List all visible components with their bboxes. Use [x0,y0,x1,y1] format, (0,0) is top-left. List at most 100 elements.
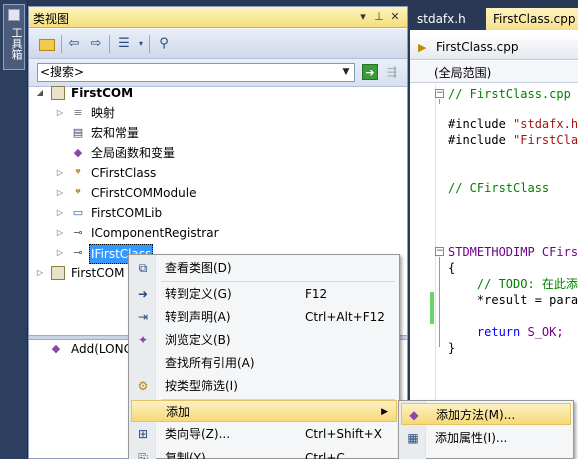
interface-icon: ⊸ [73,226,83,239]
expand-arrow-icon[interactable]: ▷ [35,263,45,283]
file-navigation-bar[interactable]: ▶ FirstClass.cpp [410,36,578,60]
class-diagram-icon: ⧉ [138,261,148,275]
tree-node-macros[interactable]: ▤ 宏和常量 [55,123,395,143]
expand-arrow-icon[interactable]: ▷ [55,183,65,203]
include-string: "FirstClass [513,133,578,147]
fold-line [439,99,440,104]
menu-item-goto-declaration[interactable]: ⇥ 转到声明(A) Ctrl+Alt+F12 [131,306,397,328]
menu-item-class-wizard[interactable]: ⊞ 类向导(Z)... Ctrl+Shift+X [131,423,397,445]
current-file-name: FirstClass.cpp [436,40,519,54]
project-icon [51,86,65,100]
toolbox-icon [8,9,20,21]
code-line[interactable]: #include "stdafx.h" [448,116,578,132]
search-go-icon[interactable]: ➔ [362,64,378,80]
toolbar-separator [61,35,62,53]
menu-item-browse-definition[interactable]: ✦ 浏览定义(B) [131,329,397,351]
tree-node-icomponentregistrar[interactable]: ▷ ⊸ IComponentRegistrar [55,223,395,243]
project-icon [51,266,65,280]
method-icon: ◆ [51,342,61,355]
toolbar-separator [149,35,150,53]
expand-arrow-icon[interactable]: ▷ [55,163,65,183]
code-line[interactable]: #include "FirstClass [448,132,578,148]
menu-item-label: 添加方法(M)... [436,408,516,422]
tab-firstclass-cpp[interactable]: FirstClass.cpp [486,8,578,30]
global-function-icon: ◆ [73,146,83,159]
scope-dropdown[interactable]: (全局范围) [410,61,578,83]
tab-stdafx-h[interactable]: stdafx.h [410,8,473,30]
menu-item-label: 复制(Y) [165,451,206,459]
menu-item-goto-definition[interactable]: ➜ 转到定义(G) F12 [131,283,397,305]
code-line[interactable]: { [448,260,455,276]
back-arrow-icon[interactable]: ⇦ [65,35,83,53]
code-line[interactable]: STDMETHODIMP CFirst [448,244,578,260]
menu-item-view-class-diagram[interactable]: ⧉ 查看类图(D) [131,257,397,279]
menu-item-add-method[interactable]: ◆ 添加方法(M)... [401,403,571,425]
code-line[interactable]: *result = para [448,292,578,308]
menu-item-label: 类向导(Z)... [165,427,231,441]
search-input[interactable]: <搜索> ▼ [37,63,355,82]
code-line[interactable]: // TODO: 在此添 [448,276,578,292]
chevron-down-icon[interactable]: ▾ [132,35,150,53]
map-icon: ≡ [73,106,83,119]
menu-item-copy[interactable]: ⎘ 复制(Y) Ctrl+C [131,447,397,459]
add-property-icon: ▦ [407,431,419,445]
include-directive: #include [448,133,514,147]
search-placeholder: <搜索> [40,65,85,79]
class-icon: ᵠ [75,166,81,179]
toolbox-tab[interactable]: 工具箱 [3,4,25,70]
tree-node-label: FirstCOM [71,86,134,100]
file-arrow-icon: ▶ [418,41,427,54]
tree-node-label: FirstCOM [71,266,125,280]
settings-list-icon[interactable]: ☰ [115,35,133,53]
chevron-down-icon[interactable]: ▼ [338,64,354,81]
close-icon[interactable]: ✕ [387,9,403,25]
menu-item-add[interactable]: 添加 ▶ [131,400,397,422]
tree-node-label: IComponentRegistrar [91,226,219,240]
code-line[interactable]: return S_OK; [448,324,564,340]
expand-arrow-icon[interactable]: ▷ [55,203,65,223]
menu-item-find-all-references[interactable]: 查找所有引用(A) [131,352,397,374]
code-line[interactable]: } [448,340,455,356]
browse-definition-icon: ✦ [137,333,149,347]
toolbar-separator [109,35,110,53]
menu-item-shortcut: F12 [305,287,328,301]
menu-item-label: 转到声明(A) [165,310,231,324]
new-folder-icon[interactable] [39,39,55,51]
add-submenu: ◆ 添加方法(M)... ▦ 添加属性(I)... [398,400,574,459]
fold-line [439,257,440,347]
menu-item-label: 添加 [166,405,191,419]
interface-icon: ⊸ [73,246,83,259]
class-view-title: 类视图 [33,12,70,26]
forward-arrow-icon[interactable]: ⇨ [87,35,105,53]
browse-search-icon[interactable]: ⚲ [155,35,173,53]
expand-arrow-icon[interactable]: ▷ [55,223,65,243]
tree-node-firstcom-project[interactable]: ◢ FirstCOM [35,83,395,103]
expand-arrow-icon[interactable]: ▷ [55,103,65,123]
pin-icon[interactable]: ⊥ [371,9,387,25]
fold-toggle-icon[interactable]: − [435,247,444,256]
menu-item-shortcut: Ctrl+Shift+X [305,427,382,441]
expand-arrow-icon[interactable]: ▷ [55,243,65,263]
menu-item-add-property[interactable]: ▦ 添加属性(I)... [401,427,571,449]
tree-node-globals[interactable]: ◆ 全局函数和变量 [55,143,395,163]
collapse-arrow-icon[interactable]: ◢ [35,83,45,103]
tree-node-cfirstclass[interactable]: ▷ ᵠ CFirstClass [55,163,395,183]
goto-declaration-icon: ⇥ [137,310,149,324]
filter-icon: ⚙ [137,379,149,393]
fold-toggle-icon[interactable]: − [435,89,444,98]
submenu-arrow-icon: ▶ [381,407,388,417]
clear-search-icon[interactable]: ⇶ [384,64,400,80]
tree-node-label: 宏和常量 [91,126,140,140]
copy-icon: ⎘ [138,451,148,459]
tree-node-firstcomlib[interactable]: ▷ ▭ FirstCOMLib [55,203,395,223]
tree-node-cfirstcommodule[interactable]: ▷ ᵠ CFirstCOMModule [55,183,395,203]
tree-node-maps[interactable]: ▷ ≡ 映射 [55,103,395,123]
menu-item-filter-by-type[interactable]: ⚙ 按类型筛选(I) [131,375,397,397]
include-directive: #include [448,117,514,131]
add-method-icon: ◆ [409,408,419,422]
code-line[interactable]: // FirstClass.cpp [448,86,571,102]
return-keyword: return [448,325,528,339]
menu-item-label: 查看类图(D) [165,261,232,275]
code-line[interactable]: // CFirstClass [448,180,549,196]
window-position-dropdown-icon[interactable]: ▾ [355,9,371,25]
